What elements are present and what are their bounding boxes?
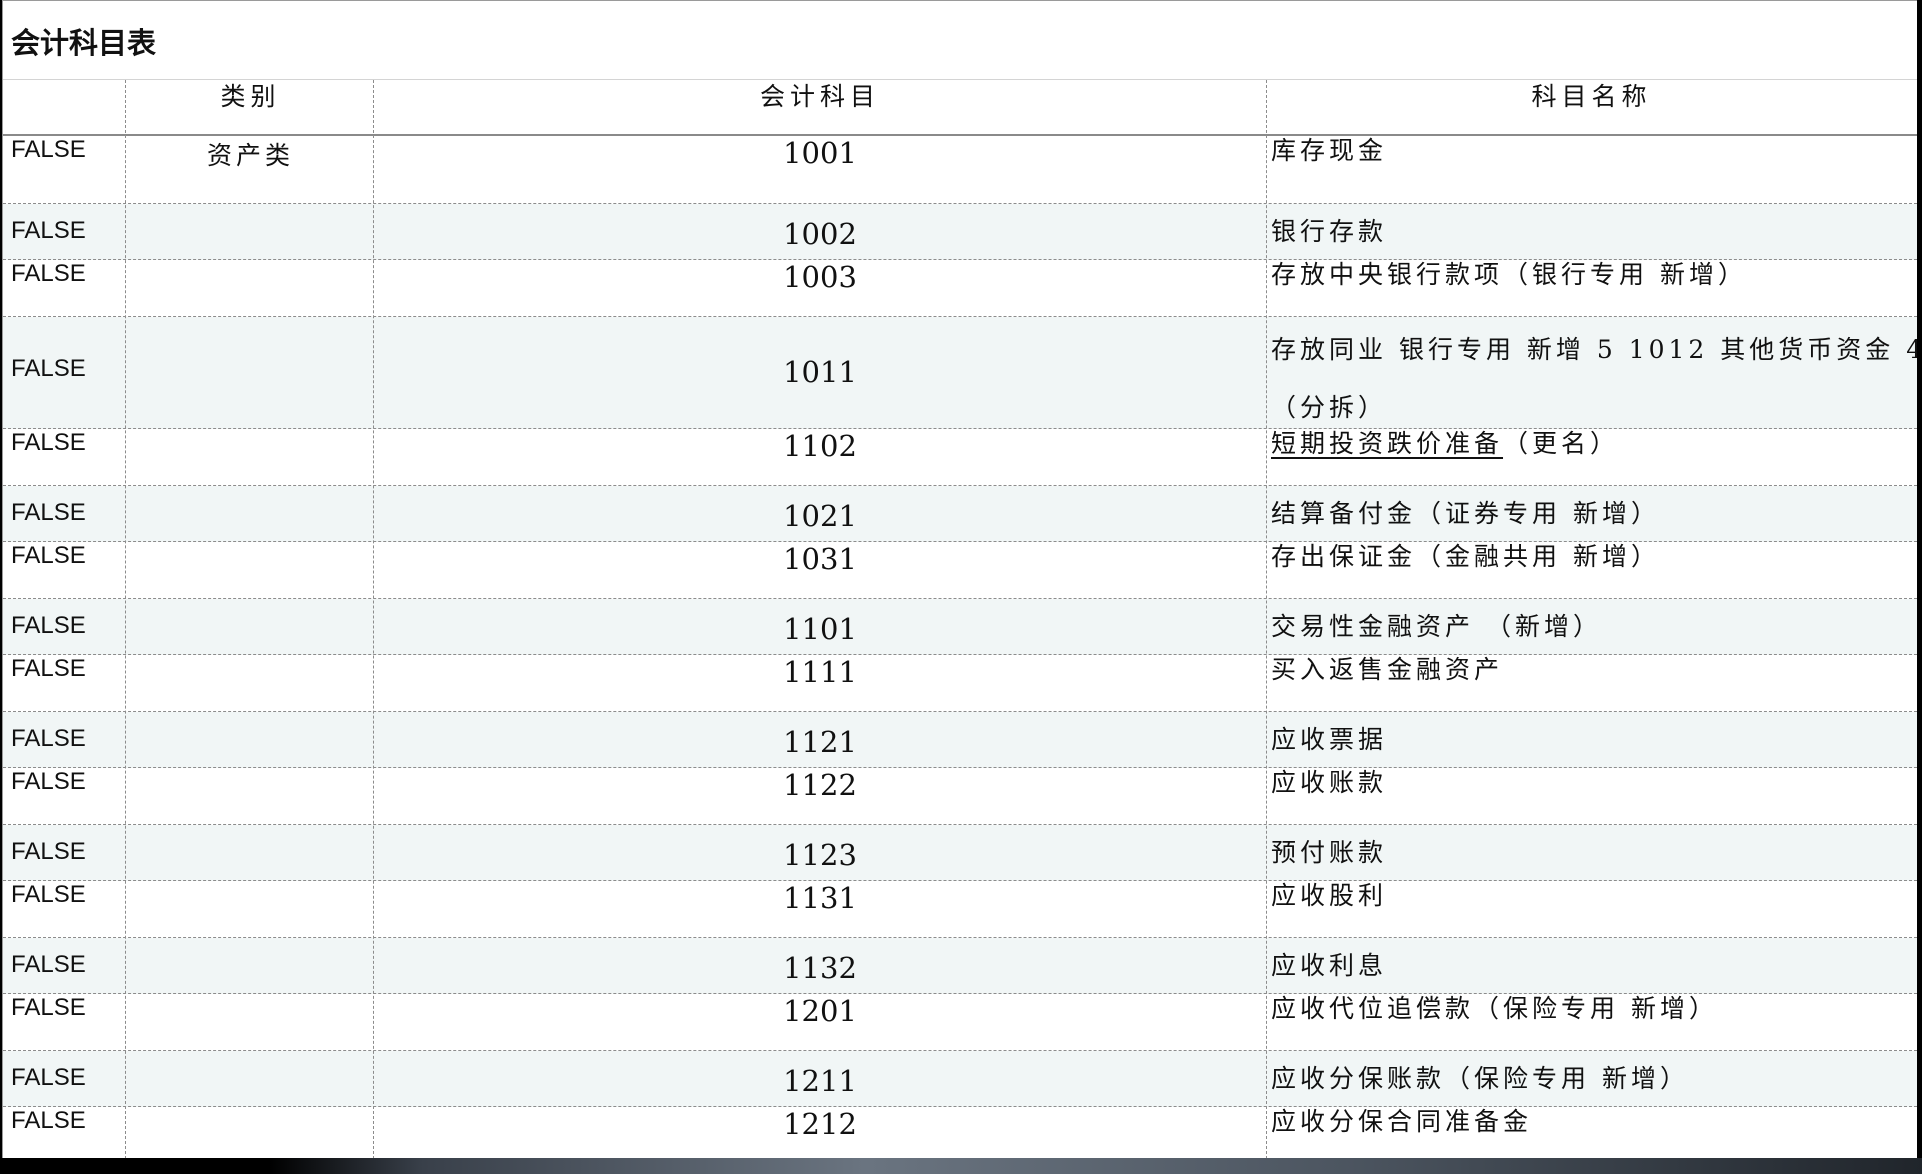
account-code-cell[interactable]: 1021 xyxy=(376,499,1264,533)
header-account-name[interactable]: 科目名称 xyxy=(1266,80,1917,114)
account-name-cell[interactable]: 短期投资跌价准备（更名） xyxy=(1271,415,1619,473)
header-account-code[interactable]: 会计科目 xyxy=(376,80,1264,114)
table-row: FALSE 1122 应收账款 xyxy=(3,768,1917,825)
flag-cell[interactable]: FALSE xyxy=(11,951,86,979)
flag-cell[interactable]: FALSE xyxy=(11,655,86,683)
column-divider xyxy=(373,80,374,1159)
table-row: FALSE 1031 存出保证金（金融共用 新增） xyxy=(3,542,1917,599)
table-row: FALSE 1123 预付账款 xyxy=(3,825,1917,881)
flag-cell[interactable]: FALSE xyxy=(11,542,86,570)
table-header-row: 类别 会计科目 科目名称 xyxy=(3,80,1917,136)
account-name-cell[interactable]: 买入返售金融资产 xyxy=(1271,641,1503,699)
flag-cell[interactable]: FALSE xyxy=(11,1107,86,1135)
account-code-cell[interactable]: 1003 xyxy=(376,260,1264,294)
flag-cell[interactable]: FALSE xyxy=(11,838,86,866)
spreadsheet: 会计科目表 类别 会计科目 科目名称 FALSE 资产类 1001 库存现金 FALSE… xyxy=(2,0,1917,1159)
table-row: FALSE 1201 应收代位追偿款（保险专用 新增） xyxy=(3,994,1917,1051)
flag-cell[interactable]: FALSE xyxy=(11,1064,86,1092)
column-divider xyxy=(125,80,126,1159)
table-row: FALSE 1111 买入返售金融资产 xyxy=(3,655,1917,712)
account-name-cell[interactable]: 应收代位追偿款（保险专用 新增） xyxy=(1271,980,1718,1038)
table-row: FALSE 1101 交易性金融资产 （新增） xyxy=(3,599,1917,655)
account-code-cell[interactable]: 1211 xyxy=(376,1064,1264,1098)
account-code-cell[interactable]: 1001 xyxy=(376,136,1264,170)
account-code-cell[interactable]: 1131 xyxy=(376,881,1264,915)
account-code-cell[interactable]: 1122 xyxy=(376,768,1264,802)
account-name-link[interactable]: 短期投资跌价准备 xyxy=(1271,429,1503,458)
category-cell[interactable]: 资产类 xyxy=(128,136,373,172)
table-row: FALSE 1011 存放同业 银行专用 新增 5 1012 其他货币资金 4 （分拆… xyxy=(3,317,1917,429)
flag-cell[interactable]: FALSE xyxy=(11,136,86,164)
flag-cell[interactable]: FALSE xyxy=(11,429,86,457)
account-code-cell[interactable]: 1101 xyxy=(376,612,1264,646)
flag-cell[interactable]: FALSE xyxy=(11,881,86,909)
account-name-cell[interactable]: 存放中央银行款项（银行专用 新增） xyxy=(1271,246,1747,304)
flag-cell[interactable]: FALSE xyxy=(11,260,86,288)
account-code-cell[interactable]: 1002 xyxy=(376,217,1264,251)
account-name-cell[interactable]: 应收分保合同准备金 xyxy=(1271,1093,1532,1151)
table-row: FALSE 1131 应收股利 xyxy=(3,881,1917,938)
account-code-cell[interactable]: 1212 xyxy=(376,1107,1264,1141)
account-code-cell[interactable]: 1121 xyxy=(376,725,1264,759)
flag-cell[interactable]: FALSE xyxy=(11,725,86,753)
header-category[interactable]: 类别 xyxy=(128,80,373,114)
account-code-cell[interactable]: 1132 xyxy=(376,951,1264,985)
flag-cell[interactable]: FALSE xyxy=(11,994,86,1022)
account-code-cell[interactable]: 1011 xyxy=(376,355,1264,389)
flag-cell[interactable]: FALSE xyxy=(11,217,86,245)
table-row: FALSE 1211 应收分保账款（保险专用 新增） xyxy=(3,1051,1917,1107)
account-name-suffix: （更名） xyxy=(1503,429,1620,458)
flag-cell[interactable]: FALSE xyxy=(11,355,86,383)
account-name-cell[interactable]: 存出保证金（金融共用 新增） xyxy=(1271,528,1660,586)
table-row: FALSE 资产类 1001 库存现金 xyxy=(3,136,1917,204)
account-name-cell[interactable]: 应收股利 xyxy=(1271,867,1387,925)
account-code-cell[interactable]: 1102 xyxy=(376,429,1264,463)
account-name-cell[interactable]: 应收账款 xyxy=(1271,754,1387,812)
table-row: FALSE 1003 存放中央银行款项（银行专用 新增） xyxy=(3,260,1917,317)
account-code-cell[interactable]: 1031 xyxy=(376,542,1264,576)
table-row: FALSE 1102 短期投资跌价准备（更名） xyxy=(3,429,1917,486)
flag-cell[interactable]: FALSE xyxy=(11,612,86,640)
table-row: FALSE 1212 应收分保合同准备金 xyxy=(3,1107,1917,1159)
flag-cell[interactable]: FALSE xyxy=(11,499,86,527)
table-row: FALSE 1121 应收票据 xyxy=(3,712,1917,768)
column-divider xyxy=(1266,80,1267,1159)
account-code-cell[interactable]: 1111 xyxy=(376,655,1264,689)
account-code-cell[interactable]: 1123 xyxy=(376,838,1264,872)
sheet-title-bar: 会计科目表 xyxy=(3,1,1917,80)
account-name-cell[interactable]: 库存现金 xyxy=(1271,122,1387,180)
window-bottom-edge xyxy=(0,1158,1922,1174)
sheet-title: 会计科目表 xyxy=(11,26,157,60)
flag-cell[interactable]: FALSE xyxy=(11,768,86,796)
account-name-line: 存放同业 银行专用 新增 5 1012 其他货币资金 4 xyxy=(1271,335,1917,364)
account-code-cell[interactable]: 1201 xyxy=(376,994,1264,1028)
